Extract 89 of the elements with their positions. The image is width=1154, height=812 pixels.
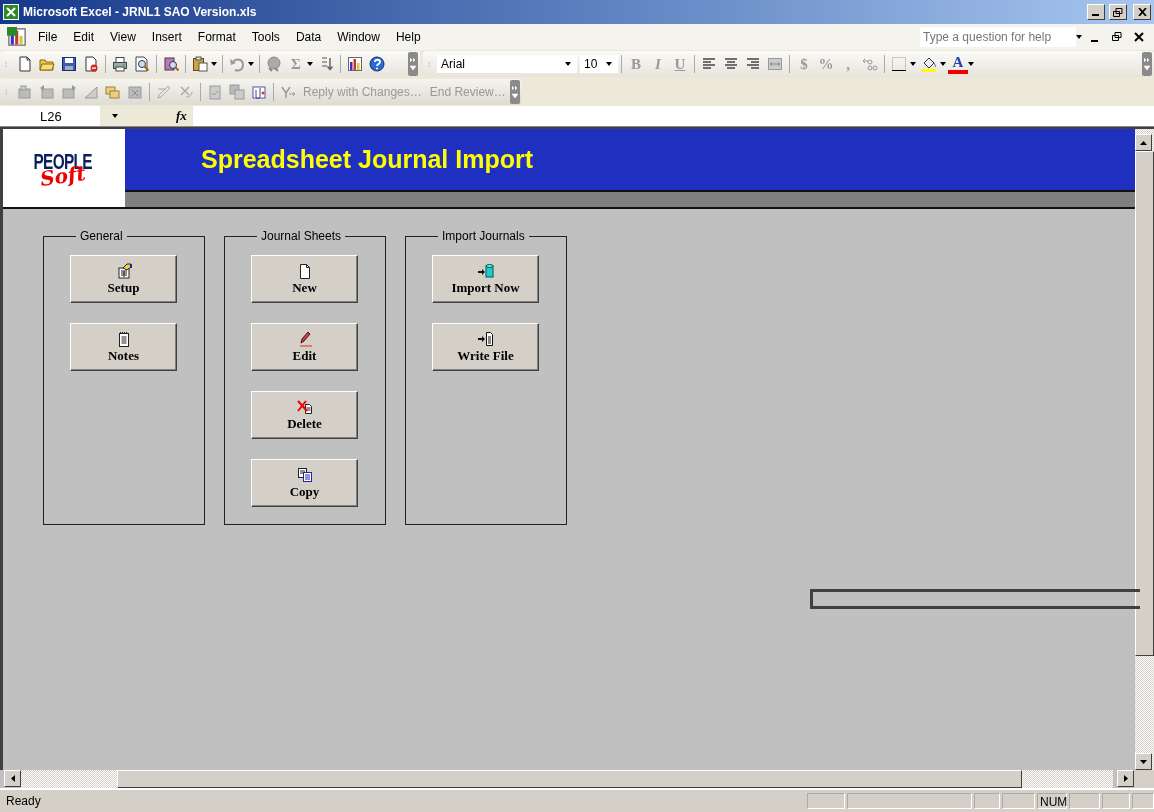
left-arrow-icon[interactable]	[10, 775, 15, 782]
chart-icon[interactable]	[347, 56, 363, 72]
horizontal-scrollbar[interactable]	[0, 770, 1154, 790]
right-arrow-icon[interactable]	[1123, 775, 1128, 782]
restore-button[interactable]	[1109, 4, 1127, 20]
minimize-button[interactable]	[1087, 4, 1105, 20]
print-preview-icon[interactable]	[134, 56, 150, 72]
help-icon[interactable]	[369, 56, 385, 72]
action-button[interactable]: Write File	[432, 323, 539, 371]
status-panel	[1102, 793, 1130, 809]
menu-item[interactable]: Data	[287, 28, 330, 46]
num-lock-indicator: NUM	[1037, 793, 1067, 809]
menu-item[interactable]: Help	[387, 28, 429, 46]
delete-comment-icon[interactable]	[127, 84, 143, 100]
down-arrow-icon[interactable]	[1140, 759, 1147, 764]
align-left-icon[interactable]	[701, 56, 717, 72]
caret-icon[interactable]	[211, 62, 217, 66]
caret-icon[interactable]	[940, 62, 946, 66]
menu-item[interactable]: Insert	[143, 28, 190, 46]
close-button[interactable]	[1133, 4, 1151, 20]
status-panel	[1002, 793, 1035, 809]
logo: PEOPLE Soft	[3, 129, 125, 207]
group-title: General	[79, 229, 124, 243]
spreadsheet-app-icon	[3, 4, 19, 20]
arrow-document-icon	[477, 330, 494, 347]
font-size-field[interactable]: 10	[580, 55, 618, 73]
status-panel	[807, 793, 845, 809]
caret-icon[interactable]	[968, 62, 974, 66]
align-center-icon[interactable]	[723, 56, 739, 72]
fill-color-icon[interactable]	[921, 56, 937, 72]
status-text: Ready	[6, 794, 41, 808]
action-button[interactable]: Delete	[251, 391, 358, 439]
size-box	[1134, 770, 1154, 788]
menu-item[interactable]: Edit	[65, 28, 103, 46]
toolbar-options-button[interactable]	[408, 52, 418, 76]
font-field[interactable]: Arial	[437, 55, 577, 73]
caret-icon[interactable]	[606, 62, 612, 66]
toolbar-options-button[interactable]	[509, 80, 520, 104]
status-panel	[1069, 793, 1100, 809]
banner-title: Spreadsheet Journal Import	[201, 145, 534, 174]
arrow-cylinder-icon	[477, 262, 494, 279]
action-button[interactable]: Import Now	[432, 255, 539, 303]
caret-icon[interactable]	[112, 114, 118, 118]
close-icon	[1137, 8, 1147, 16]
paste-icon[interactable]	[192, 56, 208, 72]
copy-icon	[296, 466, 313, 483]
action-button[interactable]: Notes	[70, 323, 177, 371]
action-button[interactable]: Copy	[251, 459, 358, 507]
status-panel	[974, 793, 1000, 809]
caret-icon[interactable]	[248, 62, 254, 66]
font-color-button[interactable]: A	[948, 54, 968, 74]
caret-icon[interactable]	[565, 62, 571, 66]
cross-document-icon	[296, 398, 313, 415]
printer-icon[interactable]	[112, 56, 128, 72]
research-icon[interactable]	[163, 56, 179, 72]
menu-item[interactable]: Tools	[243, 28, 288, 46]
name-box[interactable]: L26	[0, 108, 100, 124]
help-search-field[interactable]: Type a question for help	[920, 27, 1076, 47]
align-right-icon[interactable]	[745, 56, 761, 72]
save-icon[interactable]	[61, 56, 77, 72]
insert-function-button[interactable]: fx	[170, 106, 193, 126]
track-changes-icon[interactable]	[156, 84, 172, 100]
merge-cells-icon[interactable]	[767, 56, 783, 72]
hyperlink-icon[interactable]	[266, 56, 282, 72]
action-button[interactable]: Setup	[70, 255, 177, 303]
toolbar-options-button[interactable]	[1142, 52, 1152, 76]
new-document-icon[interactable]	[17, 56, 33, 72]
menu-item[interactable]: Format	[189, 28, 244, 46]
caret-icon[interactable]	[307, 62, 313, 66]
permission-icon[interactable]	[83, 56, 99, 72]
folder-icon[interactable]	[39, 56, 55, 72]
menu-item[interactable]: Window	[329, 28, 388, 46]
restore-icon	[1113, 7, 1123, 17]
action-button[interactable]: Edit	[251, 323, 358, 371]
caret-icon[interactable]	[910, 62, 916, 66]
group-title: Import Journals	[441, 229, 526, 243]
action-button[interactable]: New	[251, 255, 358, 303]
caret-icon[interactable]	[1076, 35, 1082, 39]
borders-icon[interactable]	[891, 56, 907, 72]
up-arrow-icon[interactable]	[1140, 140, 1147, 145]
form-icon	[115, 262, 132, 279]
attachment-icon[interactable]	[251, 84, 267, 100]
vertical-scrollbar[interactable]	[1135, 129, 1154, 770]
status-panel	[1132, 793, 1154, 809]
window-title: Microsoft Excel - JRNL1 SAO Version.xls	[23, 5, 258, 19]
menu-item[interactable]: File	[30, 28, 66, 46]
group-title: Journal Sheets	[260, 229, 343, 243]
menu-item[interactable]: View	[102, 28, 144, 46]
workbook-icon[interactable]	[7, 27, 27, 47]
